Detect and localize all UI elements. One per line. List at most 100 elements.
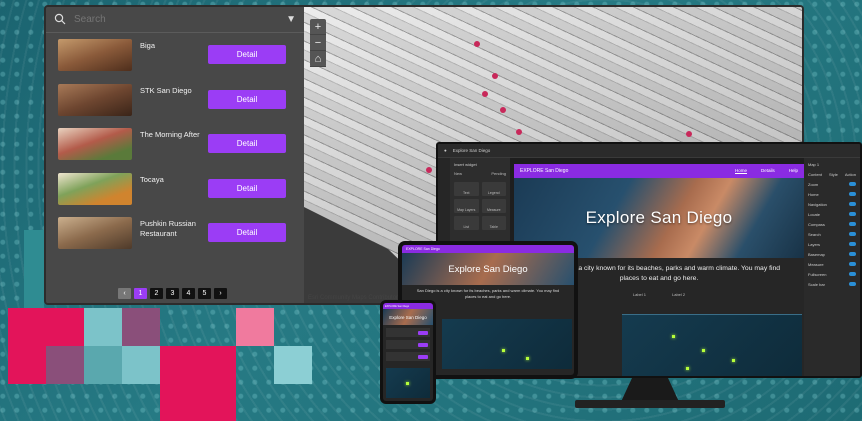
nav-details[interactable]: Details bbox=[761, 168, 775, 174]
list-item[interactable]: STK San Diego Detail bbox=[46, 78, 304, 123]
purple-button[interactable] bbox=[418, 330, 428, 335]
list-item[interactable]: Biga Detail bbox=[46, 33, 304, 78]
tile-teal-d bbox=[274, 346, 312, 384]
restaurant-thumbnail bbox=[58, 128, 132, 161]
tab-content[interactable]: Content bbox=[808, 172, 822, 177]
restaurant-thumbnail bbox=[58, 83, 132, 116]
phone-device: EXPLORE San Diego Explore San Diego bbox=[380, 300, 436, 404]
home-icon[interactable]: ⌂ bbox=[310, 51, 326, 67]
site-brand: EXPLORE San Diego bbox=[520, 168, 569, 174]
detail-button[interactable]: Detail bbox=[208, 223, 286, 243]
window-title: Explore San Diego bbox=[452, 148, 491, 153]
tool-toggle[interactable] bbox=[849, 232, 856, 236]
phone-list-item[interactable] bbox=[386, 328, 430, 337]
phone-list-item[interactable] bbox=[386, 340, 430, 349]
purple-button[interactable] bbox=[418, 354, 428, 359]
page-5-button[interactable]: 5 bbox=[198, 288, 211, 299]
builder-topbar: ● Explore San Diego bbox=[438, 144, 860, 158]
zoom-in-button[interactable]: + bbox=[310, 19, 326, 35]
tab-label-2[interactable]: Label 2 bbox=[672, 292, 685, 297]
pagination: ‹ 1 2 3 4 5 › bbox=[118, 288, 227, 299]
page-1-button[interactable]: 1 bbox=[134, 288, 147, 299]
map-zoom-controls: + − ⌂ bbox=[310, 19, 326, 67]
tool-toggle[interactable] bbox=[849, 202, 856, 206]
tool-toggle[interactable] bbox=[849, 192, 856, 196]
tab-style[interactable]: Style bbox=[829, 172, 838, 177]
phone-list-item[interactable] bbox=[386, 352, 430, 361]
map-pin[interactable] bbox=[500, 107, 506, 113]
tablet-scene-map[interactable] bbox=[442, 319, 572, 369]
list-item[interactable]: Tocaya Detail bbox=[46, 167, 304, 212]
scene-map[interactable] bbox=[622, 314, 802, 376]
phone-hero: Explore San Diego bbox=[383, 309, 433, 325]
widget-tile[interactable]: Map Layers bbox=[454, 199, 479, 213]
list-item[interactable]: The Morning After Detail bbox=[46, 122, 304, 167]
tool-label: Home bbox=[808, 192, 819, 197]
next-page-button[interactable]: › bbox=[214, 288, 227, 299]
tool-toggle[interactable] bbox=[849, 282, 856, 286]
filter-icon[interactable]: ▼ bbox=[286, 14, 296, 25]
map-glow-point bbox=[672, 335, 675, 338]
tablet-brand: EXPLORE San Diego bbox=[406, 247, 440, 251]
tool-toggle[interactable] bbox=[849, 242, 856, 246]
tool-toggle[interactable] bbox=[849, 222, 856, 226]
map-pin[interactable] bbox=[474, 41, 480, 47]
map-pin[interactable] bbox=[482, 91, 488, 97]
map-pin[interactable] bbox=[492, 73, 498, 79]
app-logo-icon: ● bbox=[444, 148, 447, 153]
widget-tile[interactable]: Measure bbox=[481, 199, 506, 213]
widget-grid: Text Legend Map Layers Measure List Tabl… bbox=[454, 182, 506, 230]
tool-label: Navigation bbox=[808, 202, 827, 207]
detail-button[interactable]: Detail bbox=[208, 89, 286, 109]
tablet-hero-title: Explore San Diego bbox=[448, 263, 528, 275]
tool-toggle[interactable] bbox=[849, 212, 856, 216]
list-item[interactable]: Pushkin Russian Restaurant Detail bbox=[46, 211, 304, 256]
monitor-base bbox=[575, 400, 725, 408]
settings-panel: Map 1 Content Style Action Zoom Home Nav… bbox=[804, 158, 860, 376]
tile-teal-left bbox=[24, 230, 44, 308]
widget-tile[interactable]: List bbox=[454, 216, 479, 230]
tool-label: Compass bbox=[808, 222, 825, 227]
page-2-button[interactable]: 2 bbox=[150, 288, 163, 299]
tab-pending[interactable]: Pending bbox=[491, 171, 506, 176]
widget-tile[interactable]: Legend bbox=[481, 182, 506, 196]
site-nav: Home Details Help bbox=[734, 168, 798, 174]
tool-toggle[interactable] bbox=[849, 262, 856, 266]
tool-label: Measure bbox=[808, 262, 824, 267]
restaurant-name: The Morning After bbox=[140, 130, 200, 140]
detail-button[interactable]: Detail bbox=[208, 45, 286, 64]
tool-toggle[interactable] bbox=[849, 272, 856, 276]
tile-mauve-a bbox=[46, 346, 84, 384]
previous-page-button[interactable]: ‹ bbox=[118, 288, 131, 299]
search-input[interactable] bbox=[68, 14, 287, 25]
tool-toggle[interactable] bbox=[849, 252, 856, 256]
zoom-out-button[interactable]: − bbox=[310, 35, 326, 51]
tab-new[interactable]: New bbox=[454, 171, 462, 176]
restaurant-name: Pushkin Russian Restaurant bbox=[140, 219, 196, 239]
page-3-button[interactable]: 3 bbox=[166, 288, 179, 299]
tab-label-1[interactable]: Label 1 bbox=[633, 292, 646, 297]
phone-brand: EXPLORE San Diego bbox=[385, 304, 410, 308]
tile-teal-c bbox=[122, 346, 160, 384]
purple-button[interactable] bbox=[418, 342, 428, 347]
tablet-header: EXPLORE San Diego bbox=[402, 245, 574, 253]
widget-tile[interactable]: Text bbox=[454, 182, 479, 196]
tool-toggle[interactable] bbox=[849, 182, 856, 186]
tablet-hero: Explore San Diego bbox=[402, 253, 574, 285]
map-pin[interactable] bbox=[516, 129, 522, 135]
detail-button[interactable]: Detail bbox=[208, 178, 286, 198]
settings-tabs: Content Style Action bbox=[808, 172, 856, 177]
tile-teal-b bbox=[84, 346, 122, 384]
map-pin[interactable] bbox=[686, 131, 692, 137]
phone-scene-map[interactable] bbox=[386, 368, 430, 398]
nav-home[interactable]: Home bbox=[734, 168, 747, 174]
nav-help[interactable]: Help bbox=[789, 168, 798, 174]
tab-action[interactable]: Action bbox=[845, 172, 856, 177]
tile-pink-b bbox=[160, 346, 236, 421]
detail-button[interactable]: Detail bbox=[208, 134, 286, 154]
map-glow-point bbox=[702, 349, 705, 352]
map-pin[interactable] bbox=[426, 167, 432, 173]
hero-title: Explore San Diego bbox=[585, 208, 733, 227]
page-4-button[interactable]: 4 bbox=[182, 288, 195, 299]
widget-tile[interactable]: Table bbox=[481, 216, 506, 230]
